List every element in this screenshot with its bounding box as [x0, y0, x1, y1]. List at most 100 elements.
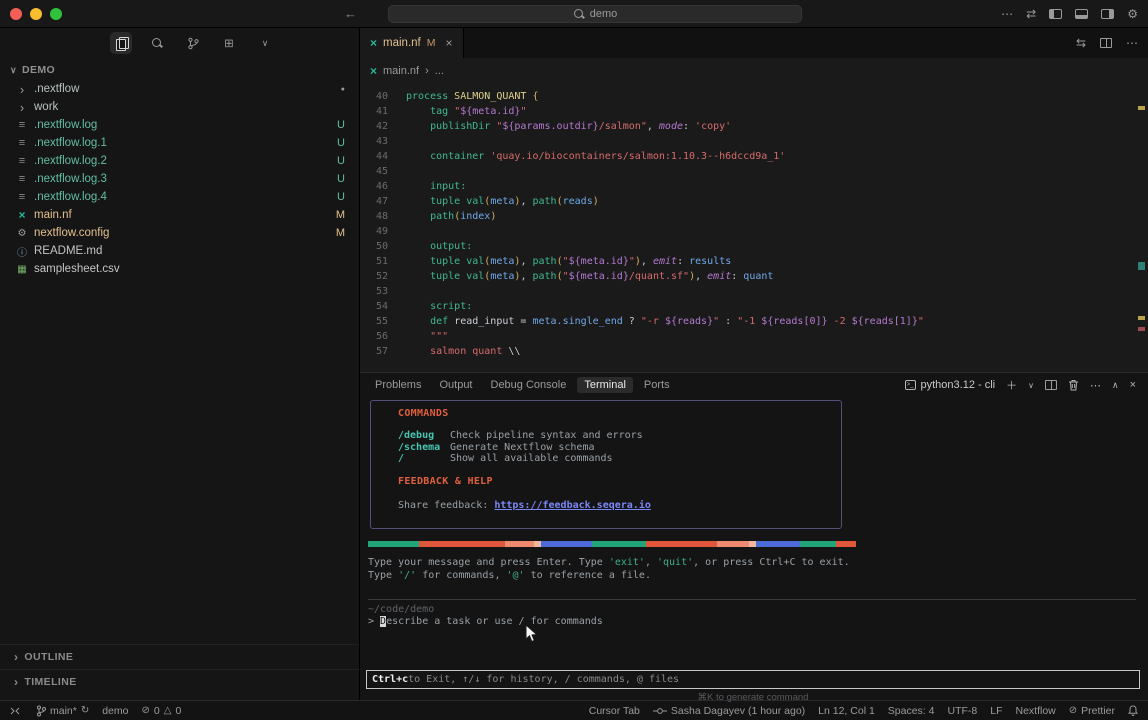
panel-tab-problems[interactable]: Problems	[368, 377, 428, 393]
file-tree-item[interactable]: ≡.nextflow.log.2U	[0, 152, 359, 170]
panel-tab-terminal[interactable]: Terminal	[577, 377, 633, 393]
views-chevron-down-icon[interactable]: ∨	[254, 32, 276, 54]
code-line[interactable]: 52 tuple val(meta), path("${meta.id}/qua…	[360, 269, 1148, 284]
timeline-section[interactable]: › TIMELINE	[0, 669, 359, 694]
code-line[interactable]: 54 script:	[360, 299, 1148, 314]
explorer-icon[interactable]	[110, 32, 132, 54]
close-window-button[interactable]	[10, 8, 22, 20]
command-name: /schema	[398, 442, 450, 454]
panel-tab-debug-console[interactable]: Debug Console	[484, 377, 574, 393]
problems-status[interactable]: ⊘0 △0	[142, 705, 182, 717]
git-status-badge: U	[337, 137, 345, 149]
code-line[interactable]: 41 tag "${meta.id}"	[360, 104, 1148, 119]
minimize-window-button[interactable]	[30, 8, 42, 20]
cursor-position-status[interactable]: Ln 12, Col 1	[818, 705, 875, 717]
git-blame-status[interactable]: Sasha Dagayev (1 hour ago)	[653, 705, 805, 717]
commit-icon	[653, 707, 667, 715]
code-line[interactable]: 55 def read_input = meta.single_end ? "-…	[360, 314, 1148, 329]
toggle-secondary-sidebar-icon[interactable]	[1101, 9, 1114, 19]
extensions-icon[interactable]: ⊞	[218, 32, 240, 54]
toggle-sidebar-icon[interactable]	[1049, 9, 1062, 19]
encoding-status[interactable]: UTF-8	[947, 705, 977, 717]
code-line[interactable]: 53	[360, 284, 1148, 299]
split-editor-icon[interactable]	[1100, 38, 1112, 48]
file-tree-item[interactable]: ≡.nextflow.log.1U	[0, 134, 359, 152]
file-tree-item[interactable]: ≡.nextflow.log.4U	[0, 188, 359, 206]
outline-section[interactable]: › OUTLINE	[0, 644, 359, 669]
terminal-prompt[interactable]: > Describe a task or use / for commands	[368, 616, 603, 627]
terminal-instance[interactable]: >_ python3.12 - cli	[905, 379, 996, 391]
feedback-label: Share feedback:	[398, 500, 494, 511]
file-tree-item[interactable]: ×main.nfM	[0, 206, 359, 224]
code-line[interactable]: 42 publishDir "${params.outdir}/salmon",…	[360, 119, 1148, 134]
language-mode-status[interactable]: Nextflow	[1016, 705, 1056, 717]
editor-more-actions-icon[interactable]: ⋯	[1126, 36, 1138, 50]
maximize-panel-chevron-icon[interactable]: ∧	[1112, 380, 1119, 391]
explorer-section-header[interactable]: ∨ DEMO	[0, 58, 359, 80]
settings-gear-icon[interactable]: ⚙	[1127, 7, 1138, 21]
panel-tab-output[interactable]: Output	[432, 377, 479, 393]
project-status[interactable]: demo	[102, 705, 128, 717]
code-line[interactable]: 40process SALMON_QUANT {	[360, 89, 1148, 104]
tab-main-nf[interactable]: × main.nf M ×	[360, 28, 464, 58]
file-tree-item[interactable]: ⓘREADME.md	[0, 242, 359, 260]
line-number: 46	[360, 179, 388, 194]
breadcrumb[interactable]: × main.nf › ...	[360, 58, 1148, 84]
breadcrumb-tail[interactable]: ...	[435, 65, 444, 77]
code-line[interactable]: 49	[360, 224, 1148, 239]
code-line[interactable]: 57 salmon quant \\	[360, 344, 1148, 359]
code-line[interactable]: 47 tuple val(meta), path(reads)	[360, 194, 1148, 209]
eol-status[interactable]: LF	[990, 705, 1002, 717]
cli-hint-input[interactable]: Ctrl+c to Exit, ↑/↓ for history, / comma…	[366, 670, 1140, 689]
tab-git-badge: M	[427, 37, 436, 49]
line-number: 57	[360, 344, 388, 359]
file-tree-item[interactable]: ›.nextflow●	[0, 80, 359, 98]
more-actions-icon[interactable]: ⋯	[1001, 7, 1013, 21]
code-line[interactable]: 50 output:	[360, 239, 1148, 254]
search-view-icon[interactable]	[146, 32, 168, 54]
chevron-right-icon: ›	[14, 675, 18, 689]
notifications-bell[interactable]	[1128, 705, 1138, 716]
code-line[interactable]: 51 tuple val(meta), path("${meta.id}"), …	[360, 254, 1148, 269]
zoom-window-button[interactable]	[50, 8, 62, 20]
code-line[interactable]: 46 input:	[360, 179, 1148, 194]
code-line[interactable]: 56 """	[360, 329, 1148, 344]
back-icon[interactable]: ←	[344, 6, 357, 21]
source-control-icon[interactable]	[182, 32, 204, 54]
code-line[interactable]: 43	[360, 134, 1148, 149]
file-tree-item[interactable]: ≡.nextflow.log.3U	[0, 170, 359, 188]
remote-indicator[interactable]	[10, 706, 20, 716]
terminal-content[interactable]: COMMANDS /debugCheck pipeline syntax and…	[360, 397, 1148, 700]
toggle-panel-icon[interactable]	[1075, 9, 1088, 19]
line-number: 53	[360, 284, 388, 299]
sync-icon: ↻	[81, 705, 89, 716]
split-terminal-icon[interactable]	[1045, 380, 1057, 390]
kill-terminal-trash-icon[interactable]	[1068, 379, 1079, 391]
file-name: .nextflow	[34, 83, 333, 95]
panel-more-actions-icon[interactable]: ⋯	[1090, 379, 1101, 392]
command-center-search[interactable]: demo	[388, 5, 802, 23]
open-changes-icon[interactable]: ⇆	[1076, 36, 1086, 50]
cursor-tab-status[interactable]: Cursor Tab	[589, 705, 640, 717]
code-line[interactable]: 48 path(index)	[360, 209, 1148, 224]
git-branch-status[interactable]: main* ↻	[36, 705, 89, 717]
feedback-link[interactable]: https://feedback.seqera.io	[494, 500, 651, 511]
outline-label: OUTLINE	[24, 651, 73, 663]
code-line[interactable]: 45	[360, 164, 1148, 179]
code-line[interactable]: 44 container 'quay.io/biocontainers/salm…	[360, 149, 1148, 164]
panel-tab-ports[interactable]: Ports	[637, 377, 677, 393]
sync-arrows-icon[interactable]: ⇄	[1026, 7, 1036, 21]
indentation-status[interactable]: Spaces: 4	[888, 705, 935, 717]
editor-tabbar: × main.nf M × ⇆ ⋯	[360, 28, 1148, 58]
file-tree-item[interactable]: ≡.nextflow.logU	[0, 116, 359, 134]
terminal-dropdown-chevron-icon[interactable]: ∨	[1028, 381, 1034, 390]
breadcrumb-file[interactable]: main.nf	[383, 65, 419, 77]
close-panel-icon[interactable]: ×	[1130, 379, 1136, 391]
file-tree-item[interactable]: ⚙nextflow.configM	[0, 224, 359, 242]
file-tree-item[interactable]: ›work	[0, 98, 359, 116]
file-tree-item[interactable]: ▦samplesheet.csv	[0, 260, 359, 278]
new-terminal-icon[interactable]: ＋	[1006, 377, 1017, 393]
code-editor[interactable]: 40process SALMON_QUANT {41 tag "${meta.i…	[360, 84, 1148, 372]
formatter-status[interactable]: ⊘Prettier	[1069, 705, 1115, 717]
close-tab-icon[interactable]: ×	[445, 36, 452, 50]
